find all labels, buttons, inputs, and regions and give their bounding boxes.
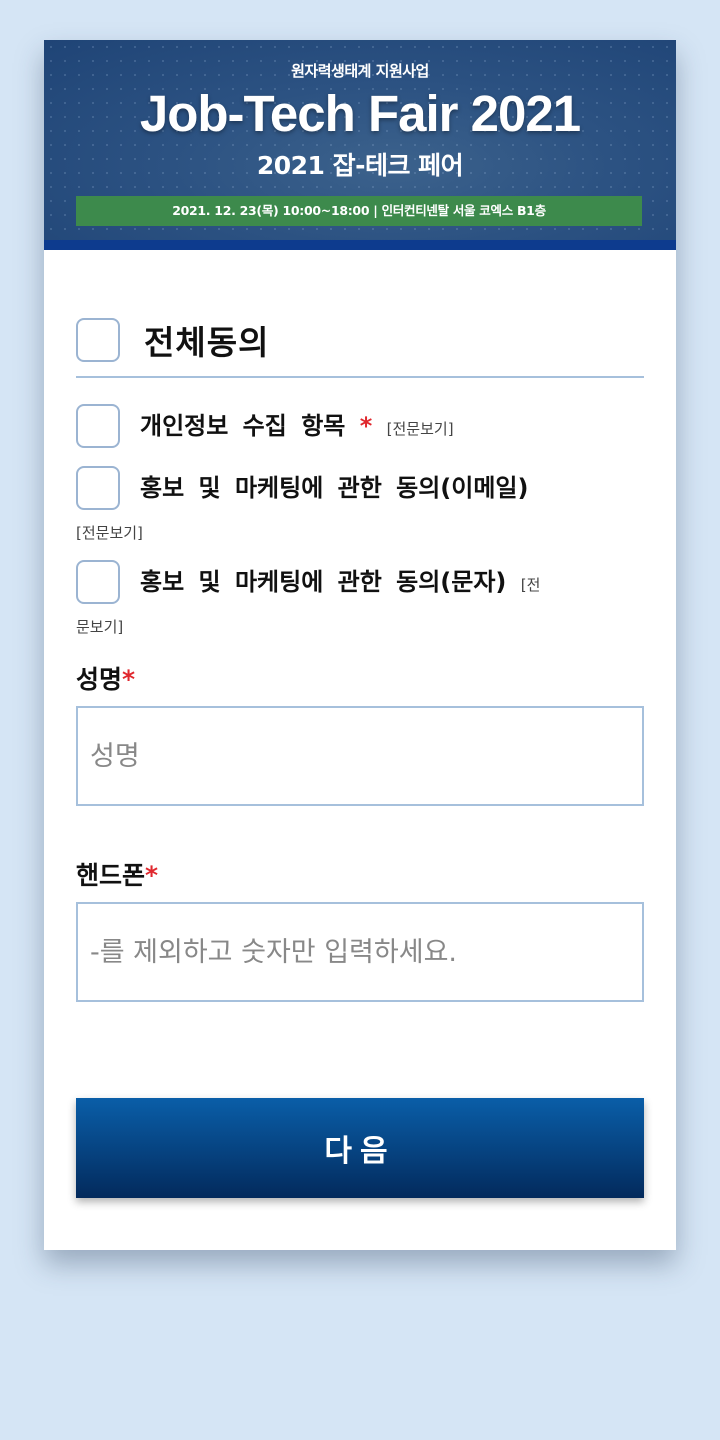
agree-all-checkbox[interactable] [76, 318, 120, 362]
divider [76, 376, 644, 378]
name-input[interactable] [76, 706, 644, 806]
banner-subtitle: 원자력생태계 지원사업 [291, 62, 429, 80]
banner-title: Job-Tech Fair 2021 [139, 85, 581, 142]
banner-bottom-line [44, 240, 676, 250]
required-mark: * [122, 665, 136, 694]
view-full-privacy-link[interactable]: [전문보기] [387, 420, 454, 438]
banner-date-bar: 2021. 12. 23(목) 10:00~18:00 | 인터컨티넨탈 서울 … [76, 196, 642, 226]
consent-email-row: 홍보 및 마케팅에 관한 동의(이메일) [76, 464, 650, 512]
phone-label-text: 핸드폰 [76, 861, 146, 890]
phone-label: 핸드폰* [76, 856, 158, 892]
consent-sms-label: 홍보 및 마케팅에 관한 동의(문자) [140, 568, 507, 596]
event-banner: 원자력생태계 지원사업 Job-Tech Fair 2021 2021 잡-테크… [44, 40, 676, 250]
consent-privacy-row: 개인정보 수집 항목 * [전문보기] [76, 402, 650, 453]
form-card: 원자력생태계 지원사업 Job-Tech Fair 2021 2021 잡-테크… [44, 40, 676, 1250]
view-full-sms-link[interactable]: [전 [521, 576, 541, 594]
required-mark: * [359, 412, 373, 440]
consent-email-label: 홍보 및 마케팅에 관한 동의(이메일) [140, 474, 529, 502]
agree-all-label: 전체동의 [144, 323, 270, 362]
view-full-email-link[interactable]: [전문보기] [76, 522, 143, 543]
banner-korean-title: 2021 잡-테크 페어 [256, 151, 464, 180]
required-mark: * [145, 861, 159, 890]
view-full-sms-link-continued[interactable]: 문보기] [76, 616, 123, 637]
consent-sms-row: 홍보 및 마케팅에 관한 동의(문자) [전 [76, 558, 650, 609]
name-label: 성명* [76, 660, 135, 696]
consent-privacy-label: 개인정보 수집 항목 [140, 412, 346, 440]
name-label-text: 성명 [76, 665, 123, 694]
phone-input[interactable] [76, 902, 644, 1002]
next-button[interactable]: 다음 [76, 1098, 644, 1198]
